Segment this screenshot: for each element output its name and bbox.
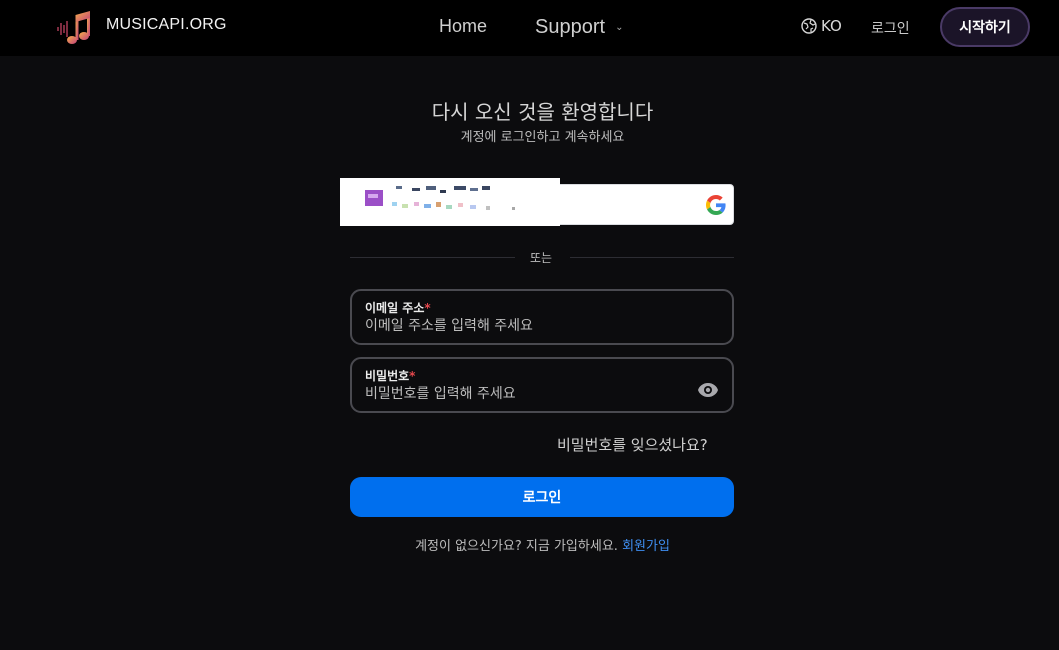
signup-prompt-text: 계정이 없으신가요? 지금 가입하세요.: [415, 539, 618, 554]
get-started-button[interactable]: 시작하기: [940, 7, 1030, 47]
page-subtitle: 계정에 로그인하고 계속하세요: [460, 130, 625, 145]
music-note-icon[interactable]: [56, 9, 92, 47]
nav-support-menu[interactable]: Support ⌄: [535, 16, 623, 39]
header-login-link[interactable]: 로그인: [871, 18, 910, 38]
login-button[interactable]: 로그인: [350, 477, 734, 517]
email-input[interactable]: [365, 316, 685, 336]
top-header: MUSICAPI.ORG Home Support ⌄ KO 로그인 시작하기: [0, 0, 1059, 56]
nav-support-label: Support: [535, 16, 606, 38]
email-label-text: 이메일 주소: [365, 301, 425, 315]
email-label: 이메일 주소*: [365, 299, 431, 316]
google-account-avatar: [340, 178, 560, 226]
nav-home-link[interactable]: Home: [439, 16, 487, 37]
signup-prompt: 계정이 없으신가요? 지금 가입하세요. 회원가입: [0, 535, 1059, 554]
password-label-text: 비밀번호: [365, 369, 410, 383]
globe-icon: [801, 18, 817, 34]
required-marker: *: [409, 369, 416, 383]
eye-icon[interactable]: [697, 382, 719, 398]
or-divider-text: 또는: [530, 251, 553, 265]
password-field[interactable]: 비밀번호*: [350, 357, 734, 413]
email-field[interactable]: 이메일 주소*: [350, 289, 734, 345]
forgot-password-link[interactable]: 비밀번호를 잊으셨나요?: [557, 434, 708, 455]
brand-name[interactable]: MUSICAPI.ORG: [106, 16, 227, 34]
password-input[interactable]: [365, 384, 685, 404]
password-label: 비밀번호*: [365, 367, 415, 384]
page-title: 다시 오신 것을 환영합니다: [431, 100, 654, 124]
language-selector[interactable]: KO: [800, 17, 842, 35]
divider-line-left: [350, 257, 515, 258]
language-code: KO: [821, 17, 842, 35]
divider-line-right: [570, 257, 734, 258]
chevron-down-icon: ⌄: [615, 22, 624, 33]
required-marker: *: [424, 301, 431, 315]
google-g-icon: [706, 195, 726, 215]
signup-link[interactable]: 회원가입: [622, 539, 670, 554]
